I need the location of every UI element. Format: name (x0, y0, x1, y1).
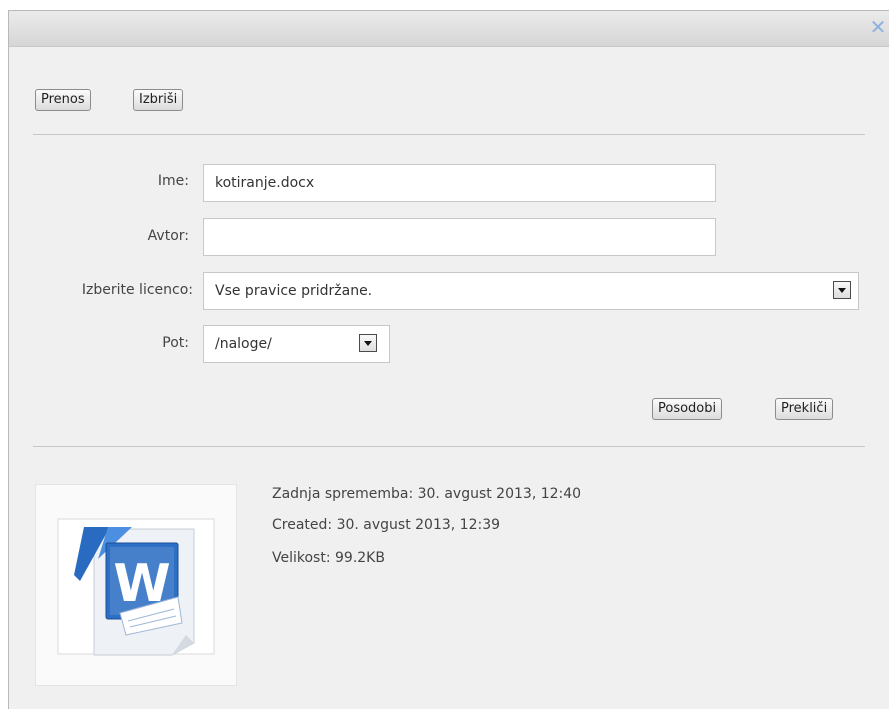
divider (33, 134, 865, 135)
license-label: Izberite licenco: (81, 282, 193, 298)
file-picker-dialog: ✕ Prenos Izbriši Ime: kotiranje.docx Avt… (8, 10, 889, 709)
author-field[interactable] (203, 218, 716, 256)
chevron-down-icon[interactable] (359, 334, 377, 352)
upload-button[interactable]: Prenos (35, 89, 91, 111)
word-document-icon: W (57, 518, 215, 656)
path-select-value: /naloge/ (215, 336, 272, 352)
close-icon[interactable]: ✕ (869, 17, 887, 37)
name-label: Ime: (157, 173, 189, 189)
name-field[interactable]: kotiranje.docx (203, 164, 716, 202)
file-created: Created: 30. avgust 2013, 12:39 (272, 517, 501, 533)
delete-button[interactable]: Izbriši (133, 89, 184, 111)
update-button[interactable]: Posodobi (652, 398, 723, 420)
file-modified: Zadnja sprememba: 30. avgust 2013, 12:40 (272, 486, 582, 502)
file-thumbnail: W (35, 484, 237, 686)
author-label: Avtor: (147, 228, 189, 244)
path-label: Pot: (162, 335, 189, 351)
cancel-button[interactable]: Prekliči (775, 398, 834, 420)
divider (33, 446, 865, 447)
dialog-titlebar: ✕ (9, 11, 889, 47)
file-size: Velikost: 99.2KB (272, 550, 385, 566)
license-select[interactable]: Vse pravice pridržane. (203, 272, 859, 310)
path-select[interactable]: /naloge/ (203, 325, 390, 363)
license-select-value: Vse pravice pridržane. (215, 283, 373, 299)
chevron-down-icon[interactable] (833, 281, 851, 299)
